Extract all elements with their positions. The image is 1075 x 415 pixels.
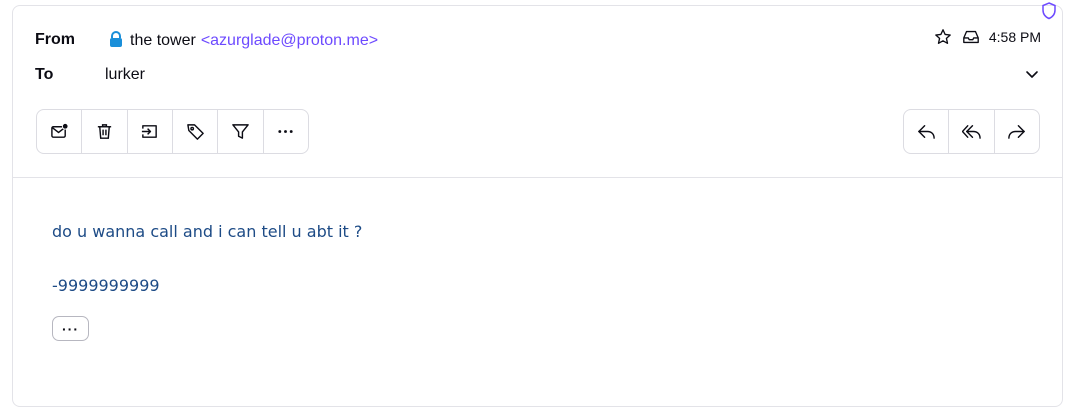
header-divider — [13, 177, 1062, 178]
lock-icon[interactable] — [107, 30, 125, 48]
to-label: To — [35, 66, 54, 83]
recipient[interactable]: lurker — [105, 65, 145, 85]
message-toolbar — [36, 109, 309, 154]
move-to-folder-icon — [142, 125, 158, 138]
sender[interactable]: the tower <azurglade@proton.me> — [130, 31, 378, 51]
more-icon — [278, 130, 293, 133]
forward-icon — [1008, 125, 1026, 139]
label-tag-icon — [186, 124, 204, 140]
mark-unread-icon — [50, 122, 69, 138]
message-body-line[interactable]: -9999999999 — [52, 276, 160, 296]
sender-name: the tower — [130, 32, 196, 49]
reply-icon — [917, 125, 935, 139]
chevron-down-icon[interactable] — [1024, 66, 1040, 82]
from-label: From — [35, 31, 75, 48]
shield-icon[interactable] — [1039, 2, 1059, 20]
message-time: 4:58 PM — [988, 29, 1041, 45]
message-body-line: do u wanna call and i can tell u abt it … — [52, 222, 363, 241]
header-actions: 4:58 PM — [933, 27, 1041, 47]
reply-toolbar — [903, 109, 1040, 154]
mark-unread-button[interactable] — [37, 110, 83, 153]
message-card: From the tower <azurglade@proton.me> To … — [12, 2, 1063, 407]
star-icon[interactable] — [933, 27, 953, 47]
reply-all-button[interactable] — [949, 110, 995, 153]
forward-button[interactable] — [995, 110, 1039, 153]
show-quoted-text-button[interactable]: ··· — [52, 316, 89, 341]
more-actions-button[interactable] — [264, 110, 308, 153]
filter-icon — [232, 124, 249, 139]
move-to-folder-button[interactable] — [128, 110, 173, 153]
reply-button[interactable] — [904, 110, 950, 153]
label-button[interactable] — [173, 110, 219, 153]
sender-email[interactable]: <azurglade@proton.me> — [201, 31, 378, 51]
filter-button[interactable] — [218, 110, 264, 153]
inbox-icon — [961, 27, 981, 47]
reply-all-icon — [961, 125, 981, 139]
trash-icon — [97, 124, 112, 139]
delete-button[interactable] — [82, 110, 128, 153]
